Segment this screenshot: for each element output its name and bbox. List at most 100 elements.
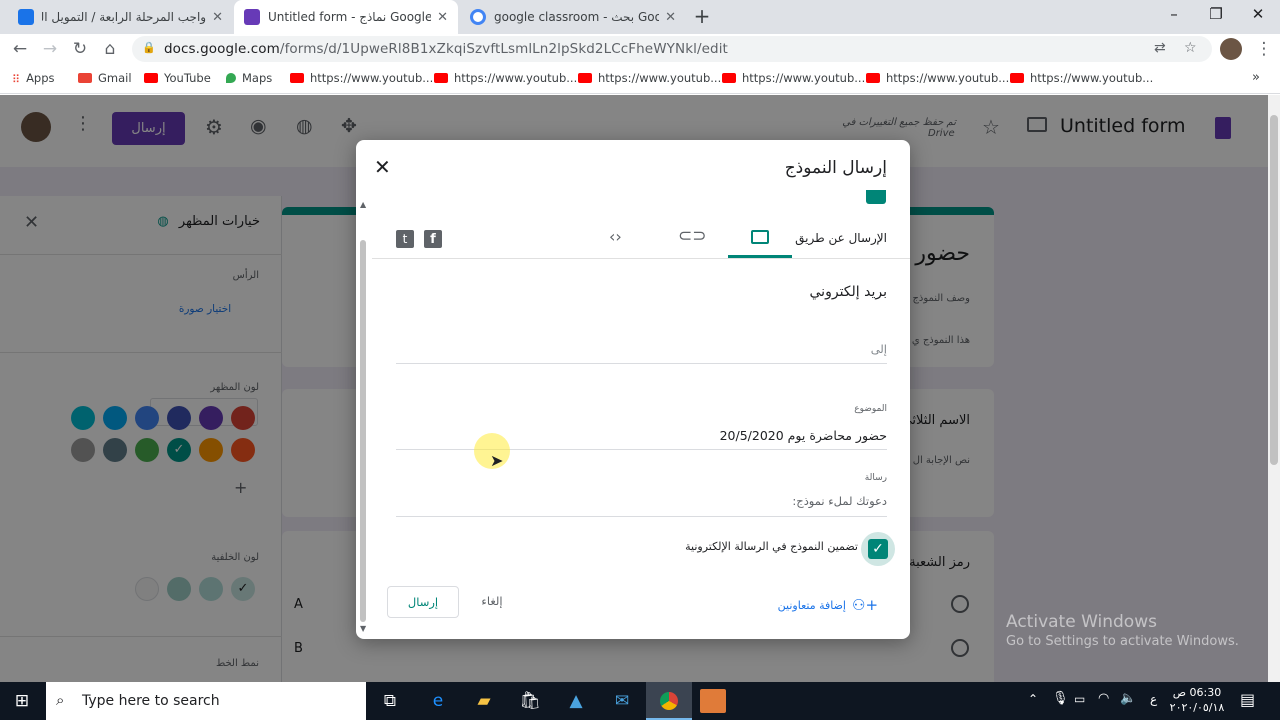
store-icon[interactable]: 🛍 (510, 686, 550, 716)
back-arrow-icon[interactable]: ← (8, 37, 32, 61)
wifi-icon[interactable]: ◠ (1098, 691, 1109, 706)
volume-icon[interactable]: 🔈 (1120, 691, 1136, 706)
tab-assignment[interactable]: واجب المرحلة الرابعة / التمويل الدو ✕ (8, 0, 233, 34)
scroll-up-icon[interactable]: ▲ (360, 200, 366, 209)
windows-start-icon[interactable]: ⊞ (2, 686, 42, 716)
youtube-icon (1010, 73, 1024, 83)
cancel-button[interactable]: إلغاء (468, 594, 516, 608)
maps-pin-icon (226, 73, 236, 83)
chrome-taskbar-button[interactable] (646, 682, 692, 720)
subject-field[interactable]: حضور محاضرة يوم 20/5/2020 (720, 428, 887, 443)
collect-emails-checkbox[interactable] (866, 190, 886, 204)
scrollbar-thumb[interactable] (360, 240, 366, 622)
language-indicator[interactable]: ع (1150, 692, 1157, 706)
profile-avatar[interactable] (1220, 38, 1242, 60)
bookmark-youtube-link[interactable]: https://www.youtub... (866, 71, 1009, 85)
home-icon[interactable]: ⌂ (98, 37, 122, 61)
youtube-icon (434, 73, 448, 83)
page-scrollbar[interactable] (1268, 95, 1280, 682)
youtube-icon (144, 73, 158, 83)
clock-date: ٢٠٢٠/٠٥/١٨ (1169, 701, 1225, 714)
bookmark-label: https://www.youtub... (310, 71, 434, 85)
add-collaborators-link[interactable]: إضافة متعاونين (778, 599, 846, 612)
microphone-icon[interactable]: 🎙 (1052, 691, 1069, 706)
scroll-down-icon[interactable]: ▼ (360, 624, 366, 633)
recorder-icon[interactable] (700, 689, 726, 713)
forward-arrow-icon[interactable]: → (38, 37, 62, 61)
close-tab-icon[interactable]: ✕ (665, 10, 676, 25)
close-dialog-icon[interactable]: ✕ (374, 155, 391, 179)
mouse-pointer-icon: ➤ (490, 451, 504, 470)
link-icon[interactable]: ⊂⊃ (678, 226, 707, 246)
to-field-placeholder[interactable]: إلى (871, 342, 887, 356)
close-tab-icon[interactable]: ✕ (212, 10, 223, 25)
bookmark-label: https://www.youtub... (598, 71, 722, 85)
bookmark-youtube-link[interactable]: https://www.youtub... (578, 71, 721, 85)
minimize-button[interactable]: – (1152, 0, 1196, 30)
bookmark-youtube-link[interactable]: https://www.youtub... (1010, 71, 1153, 85)
youtube-icon (290, 73, 304, 83)
bookmark-apps[interactable]: ⠿ Apps (12, 71, 55, 86)
send-via-label: الإرسال عن طريق (795, 231, 887, 245)
menu-dots-icon[interactable]: ⋮ (1252, 37, 1276, 61)
translate-icon[interactable]: ⇄ (1154, 40, 1166, 56)
bookmark-label: YouTube (164, 71, 211, 85)
embed-code-icon[interactable]: ‹› (609, 227, 622, 246)
include-form-checkbox[interactable]: ✓ (868, 539, 888, 559)
tab-email[interactable] (728, 222, 792, 258)
show-hidden-icons[interactable]: ⌃ (1028, 692, 1038, 706)
notification-center-icon[interactable]: ▤ (1240, 690, 1255, 709)
app-icon[interactable]: ▲ (556, 686, 596, 716)
bookmark-label: https://www.youtub... (454, 71, 578, 85)
taskbar-search-box[interactable]: ⌕ Type here to search (46, 682, 366, 720)
to-field-underline (396, 363, 887, 364)
file-explorer-icon[interactable]: ▰ (464, 686, 504, 716)
apps-grid-icon: ⠿ (12, 73, 21, 86)
tab-google-search[interactable]: google classroom - بحث Google ✕ (460, 0, 686, 34)
battery-icon[interactable]: ▭ (1074, 692, 1085, 706)
new-tab-button[interactable]: + (690, 4, 714, 28)
reload-icon[interactable]: ↻ (68, 37, 92, 61)
task-view-icon[interactable]: ⧉ (370, 686, 410, 716)
taskbar-search-placeholder: Type here to search (82, 693, 220, 709)
bookmark-star-icon[interactable]: ☆ (1184, 40, 1197, 56)
include-form-label: تضمين النموذج في الرسالة الإلكترونية (685, 540, 858, 553)
mail-icon[interactable]: ✉ (602, 686, 642, 716)
tab-title: google classroom - بحث Google (494, 10, 660, 24)
close-tab-icon[interactable]: ✕ (437, 10, 448, 25)
bookmark-youtube-link[interactable]: https://www.youtub... (434, 71, 577, 85)
message-label: رسالة (864, 473, 887, 483)
scrollbar-thumb[interactable] (1270, 115, 1278, 465)
dialog-scrollbar[interactable]: ▲ ▼ (358, 200, 368, 634)
youtube-icon (866, 73, 880, 83)
send-button[interactable]: إرسال (387, 586, 459, 618)
edge-icon[interactable]: e (418, 686, 458, 716)
youtube-icon (722, 73, 736, 83)
message-field[interactable]: دعوتك لملء نموذج: (792, 494, 887, 508)
clock-time: 06:30 ص (1172, 686, 1222, 699)
twitter-icon[interactable]: t (396, 230, 414, 248)
address-bar[interactable]: 🔒 docs.google.com/forms/d/1UpweRl8B1xZkq… (132, 36, 1212, 62)
restore-button[interactable]: ❐ (1194, 0, 1238, 30)
clock[interactable]: 06:30 ص ٢٠٢٠/٠٥/١٨ (1168, 685, 1226, 715)
bookmark-label: Gmail (98, 71, 132, 85)
bookmark-label: Apps (26, 71, 55, 85)
email-section-title: بريد إلكتروني (809, 284, 887, 300)
facebook-icon[interactable]: f (424, 230, 442, 248)
url-host: docs.google.com (164, 41, 280, 57)
bookmark-gmail[interactable]: Gmail (78, 71, 132, 85)
url-path: /forms/d/1UpweRl8B1xZkqiSzvftLsmlLn2lpSk… (279, 41, 728, 57)
bookmarks-bar: ⠿ Apps Gmail YouTube Maps https://www.you… (0, 64, 1280, 94)
tab-untitled-form[interactable]: Untitled form - نماذج Google ✕ (234, 0, 458, 34)
divider (372, 258, 910, 259)
bookmark-youtube-link[interactable]: https://www.youtub... (290, 71, 433, 85)
forms-icon (244, 9, 260, 25)
browser-tab-bar: واجب المرحلة الرابعة / التمويل الدو ✕ Un… (0, 0, 1280, 34)
activate-windows-watermark: Activate Windows Go to Settings to activ… (1006, 612, 1239, 649)
bookmark-youtube-link[interactable]: https://www.youtub... (722, 71, 865, 85)
bookmark-maps[interactable]: Maps (226, 71, 272, 85)
close-window-button[interactable]: ✕ (1236, 0, 1280, 30)
bookmark-youtube[interactable]: YouTube (144, 71, 211, 85)
more-bookmarks-icon[interactable]: » (1252, 70, 1260, 85)
add-person-icon[interactable]: ⚇+ (852, 596, 878, 614)
